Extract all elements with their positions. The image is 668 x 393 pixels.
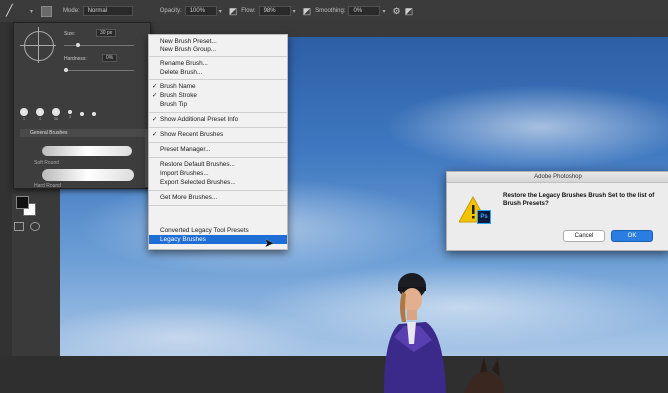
menu-item-show-additional-preset-info[interactable]: ✓ Show Additional Preset Info (149, 115, 287, 124)
menu-separator (149, 190, 287, 191)
dialog-message: Restore the Legacy Brushes Brush Set to … (503, 192, 655, 207)
settings-gear-icon[interactable]: ⚙ (393, 6, 401, 17)
brush-tip-6[interactable] (92, 112, 96, 116)
restore-legacy-brushes-dialog: Adobe Photoshop Ps Restore the Legacy Br… (446, 171, 668, 251)
menu-separator (149, 205, 287, 206)
screen-mode-icon[interactable] (30, 222, 40, 231)
pressure-size-icon[interactable]: ◩ (405, 6, 414, 17)
hardness-slider[interactable] (64, 70, 134, 71)
menu-separator (149, 142, 287, 143)
menu-item-show-recent-brushes[interactable]: ✓ Show Recent Brushes (149, 130, 287, 139)
brush-tip-4[interactable]: 3 (68, 109, 72, 119)
brush-angle-dial[interactable] (24, 31, 54, 61)
menu-separator (149, 56, 287, 57)
soft-round-label: Soft Round (34, 160, 60, 166)
foreground-color-swatch[interactable] (16, 196, 29, 209)
mode-label: Mode: (63, 8, 80, 14)
brush-tip-1[interactable]: 1 (20, 107, 28, 121)
hardness-label: Hardness: (64, 56, 87, 62)
brush-tip-2[interactable]: 4 (36, 107, 44, 121)
photoshop-app-icon: Ps (477, 210, 491, 224)
airbrush-icon[interactable]: ◩ (303, 6, 312, 17)
brush-panel-menu: New Brush Preset... New Brush Group... R… (148, 34, 288, 250)
flow-field[interactable]: 98% (258, 6, 291, 16)
menu-separator (149, 112, 287, 113)
size-slider[interactable] (64, 45, 134, 46)
flow-label: Flow: (241, 8, 256, 14)
smoothing-field[interactable]: 0% (348, 6, 381, 16)
brush-tool-icon[interactable]: ╱ (6, 4, 20, 18)
checkmark-icon: ✓ (152, 92, 158, 99)
folder-label: General Brushes (30, 130, 68, 136)
brush-group-folder[interactable]: General Brushes (20, 129, 152, 137)
cancel-button[interactable]: Cancel (563, 230, 605, 242)
smoothing-chevron-icon[interactable]: ▾ (382, 8, 385, 15)
smoothing-label: Smoothing: (315, 8, 346, 14)
rider-on-horse-image (384, 273, 504, 393)
brush-preset-picker: Size: 30 px Hardness: 0% 1 4 36 3 Genera… (13, 22, 152, 189)
hardness-slider-knob[interactable] (64, 68, 68, 72)
recent-brush-tips: 1 4 36 3 (20, 103, 144, 125)
checkmark-icon: ✓ (152, 83, 158, 90)
menu-item-brush-tip[interactable]: Brush Tip (149, 100, 287, 109)
menu-item-rename-brush[interactable]: Rename Brush... (149, 59, 287, 68)
size-field[interactable]: 30 px (96, 29, 117, 37)
opacity-chevron-icon[interactable]: ▾ (219, 8, 222, 15)
dialog-title: Adobe Photoshop (447, 172, 668, 183)
ok-button[interactable]: OK (611, 230, 653, 242)
size-label: Size: (64, 31, 76, 37)
menu-item-new-brush-group[interactable]: New Brush Group... (149, 45, 287, 54)
hard-round-stroke-preview[interactable] (42, 169, 134, 181)
brush-tip-5[interactable] (80, 112, 84, 116)
menu-separator (149, 79, 287, 80)
opacity-label: Opacity: (159, 8, 182, 14)
menu-item-preset-manager[interactable]: Preset Manager... (149, 145, 287, 154)
menu-item-converted-legacy-tool-presets[interactable]: Converted Legacy Tool Presets (149, 226, 287, 235)
menu-item-import-brushes[interactable]: Import Brushes... (149, 169, 287, 178)
flow-chevron-icon[interactable]: ▾ (293, 8, 296, 15)
menu-item-brush-name[interactable]: ✓ Brush Name (149, 82, 287, 91)
menu-item-brush-stroke[interactable]: ✓ Brush Stroke (149, 91, 287, 100)
brush-tip-3[interactable]: 36 (52, 107, 60, 121)
hardness-field[interactable]: 0% (102, 54, 118, 62)
soft-round-stroke-preview[interactable] (42, 146, 132, 156)
hard-round-label: Hard Round (34, 183, 61, 189)
checkmark-icon: ✓ (152, 116, 158, 123)
pressure-opacity-icon[interactable]: ◩ (229, 6, 238, 17)
menu-item-export-selected-brushes[interactable]: Export Selected Brushes... (149, 178, 287, 187)
size-slider-knob[interactable] (76, 43, 80, 47)
options-bar: ╱ ▾ Mode: Normal Opacity: 100% ▾ ◩ Flow:… (0, 0, 668, 23)
menu-item-restore-default-brushes[interactable]: Restore Default Brushes... (149, 160, 287, 169)
menu-separator (149, 127, 287, 128)
dial-crosshair-v (38, 27, 39, 63)
menu-item-get-more-brushes[interactable]: Get More Brushes... (149, 193, 287, 202)
menu-separator (149, 157, 287, 158)
checkmark-icon: ✓ (152, 131, 158, 138)
mode-select[interactable]: Normal (82, 6, 133, 16)
quick-mask-icon[interactable] (14, 222, 24, 231)
menu-item-delete-brush[interactable]: Delete Brush... (149, 68, 287, 77)
chevron-down-icon[interactable]: ▾ (30, 8, 33, 15)
arrow-cursor-icon: ➤ (264, 236, 275, 250)
brush-preset-picker-button[interactable] (41, 5, 53, 17)
opacity-field[interactable]: 100% (184, 6, 217, 16)
